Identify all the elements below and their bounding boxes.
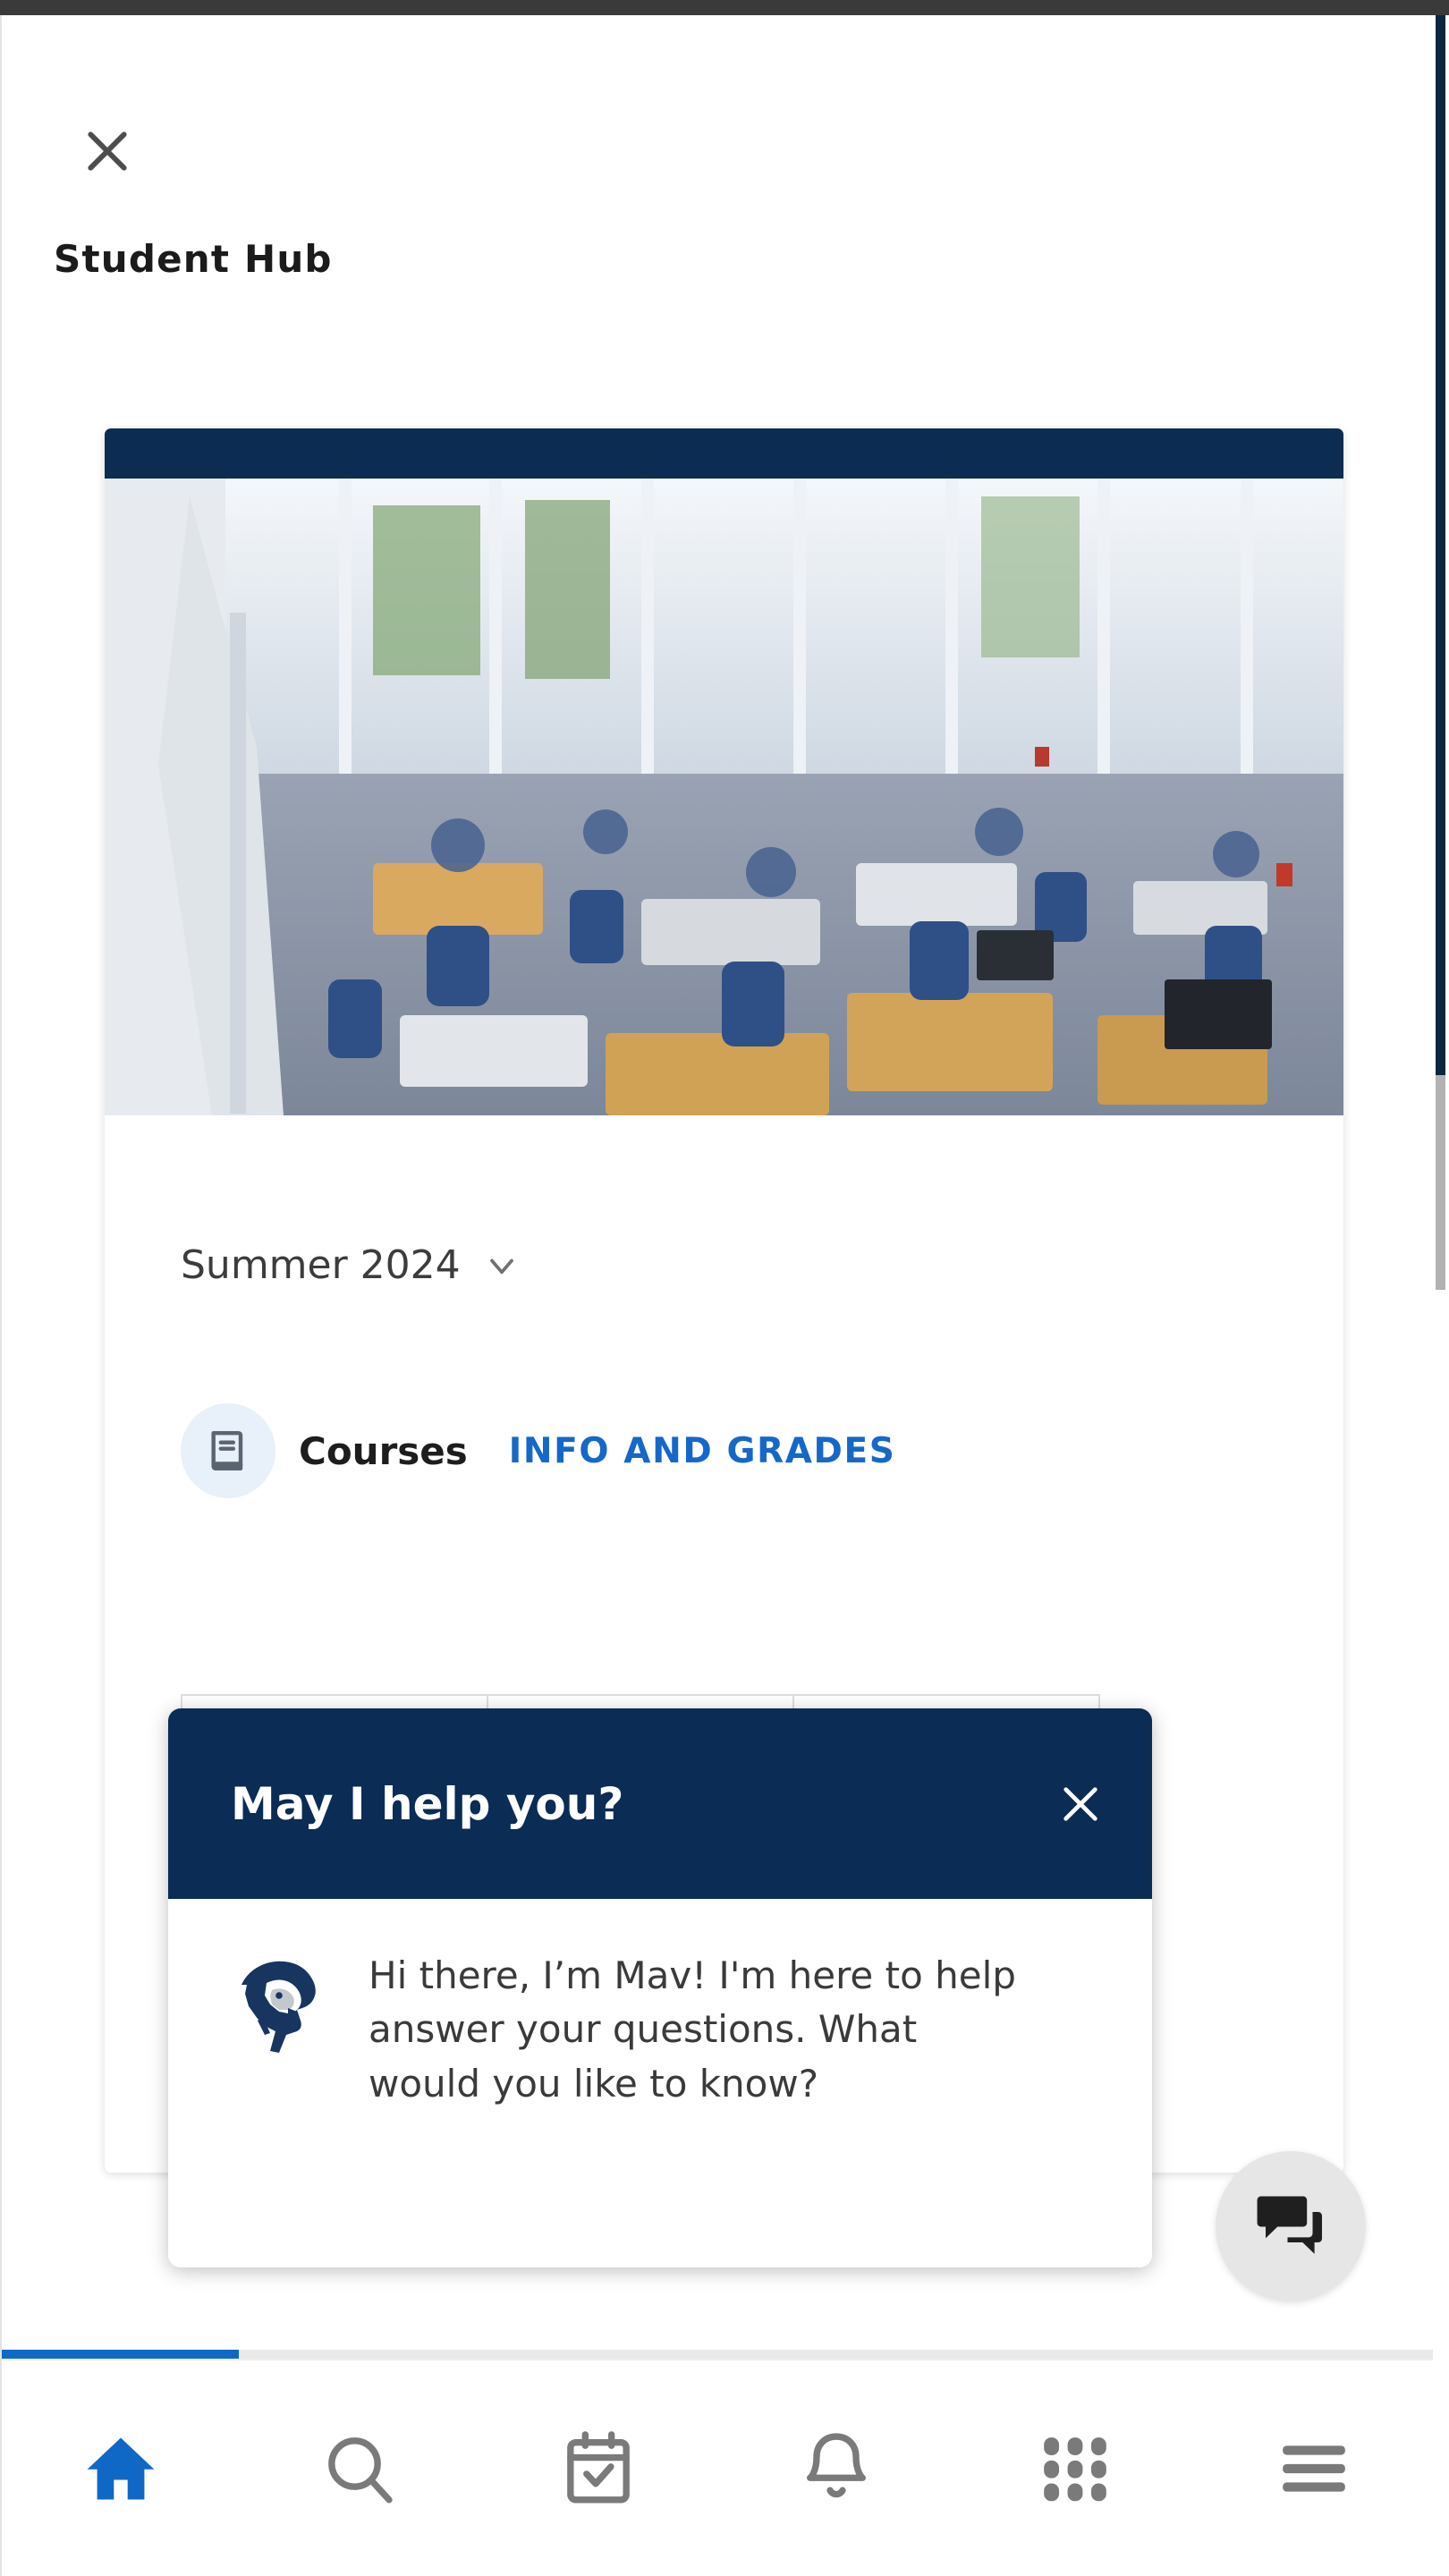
scrollbar-thumb[interactable] (1436, 15, 1445, 1075)
chat-bubble-icon (1253, 2187, 1328, 2266)
status-bar (0, 0, 1449, 15)
close-button[interactable] (75, 121, 140, 185)
book-icon (181, 1403, 275, 1498)
chevron-down-icon (482, 1246, 521, 1285)
scrollbar-thumb-secondary[interactable] (1436, 1075, 1445, 1290)
chat-fab-button[interactable] (1216, 2151, 1366, 2301)
chat-popup-body: Hi there, I’m Mav! I'm here to help answ… (168, 1899, 1152, 2267)
calendar-check-icon (559, 2429, 638, 2508)
mascot-horse-icon (224, 1949, 338, 2063)
bottom-navigation (2, 2359, 1433, 2576)
bell-icon (797, 2429, 876, 2508)
chat-popup-title: May I help you? (231, 1777, 624, 1830)
chat-close-button[interactable] (1055, 1779, 1106, 1829)
term-selector-label: Summer 2024 (181, 1242, 461, 1288)
courses-section: Courses INFO AND GRADES (181, 1403, 895, 1498)
term-selector[interactable]: Summer 2024 (181, 1242, 521, 1288)
hamburger-menu-icon (1275, 2429, 1353, 2508)
page-title: Student Hub (54, 237, 333, 281)
search-icon (320, 2429, 399, 2508)
chat-popup: May I help you? Hi there, I’m Mav! I'm h… (168, 1708, 1152, 2267)
info-and-grades-link[interactable]: INFO AND GRADES (509, 1431, 896, 1471)
hero-image (105, 479, 1343, 1115)
nav-item-home[interactable] (2, 2360, 241, 2576)
courses-label: Courses (299, 1428, 468, 1473)
app-window: Student Hub Summer 2024 Courses INFO AND… (0, 15, 1433, 2576)
grid-apps-icon (1036, 2429, 1114, 2508)
nav-item-search[interactable] (241, 2360, 479, 2576)
nav-item-menu[interactable] (1194, 2360, 1433, 2576)
chat-popup-header: May I help you? (168, 1708, 1152, 1899)
close-icon (79, 123, 136, 183)
progress-fill (2, 2350, 239, 2359)
card-header-strip (105, 428, 1343, 479)
chat-message: Hi there, I’m Mav! I'm here to help answ… (369, 1953, 1016, 2106)
nav-item-notifications[interactable] (717, 2360, 956, 2576)
nav-item-calendar[interactable] (479, 2360, 717, 2576)
home-icon (81, 2429, 160, 2508)
nav-item-apps[interactable] (956, 2360, 1195, 2576)
